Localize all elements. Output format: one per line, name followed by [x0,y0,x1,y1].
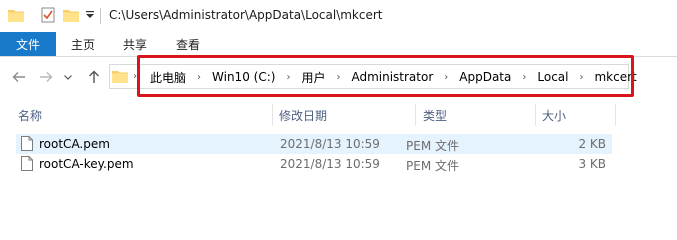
column-divider[interactable] [272,104,273,126]
file-name: rootCA.pem [39,137,110,151]
column-header-date[interactable]: 修改日期 [279,107,327,124]
file-type: PEM 文件 [406,139,459,153]
tab-file[interactable]: 文件 [0,32,56,56]
file-modified: 2021/8/13 10:59 [280,137,380,151]
file-type: PEM 文件 [406,159,459,173]
column-divider[interactable] [415,104,416,126]
quick-access-dropdown-icon[interactable] [86,11,94,19]
properties-icon[interactable] [41,7,55,23]
back-button[interactable] [10,68,28,86]
file-modified: 2021/8/13 10:59 [280,157,380,171]
forward-arrow-icon [40,72,53,82]
file-row[interactable]: rootCA.pem 2021/8/13 10:59 PEM 文件 2 KB [16,134,612,154]
new-folder-icon[interactable] [63,8,79,22]
file-row[interactable]: rootCA-key.pem 2021/8/13 10:59 PEM 文件 3 … [16,154,612,174]
up-arrow-icon [89,70,99,83]
folder-icon [8,10,24,22]
tab-home[interactable]: 主页 [71,32,95,56]
title-separator [100,8,101,24]
file-size: 3 KB [578,157,606,171]
file-icon [21,156,33,171]
chevron-down-icon [64,74,72,80]
folder-icon [112,71,128,83]
column-header-type[interactable]: 类型 [423,107,447,124]
column-divider[interactable] [615,104,616,126]
window-title: C:\Users\Administrator\AppData\Local\mkc… [109,8,383,22]
column-divider[interactable] [535,104,536,126]
file-icon [21,136,33,151]
recent-locations-button[interactable] [62,68,74,86]
tab-share[interactable]: 共享 [123,32,147,56]
column-header-size[interactable]: 大小 [542,107,566,124]
back-arrow-icon [12,72,25,82]
file-size: 2 KB [578,137,606,151]
up-button[interactable] [85,68,103,86]
forward-button[interactable] [37,68,55,86]
file-name: rootCA-key.pem [39,157,134,171]
column-header-name[interactable]: 名称 [18,107,42,124]
ribbon-tabs: 文件 主页 共享 查看 [0,32,677,56]
highlight-annotation [137,55,634,97]
tab-view[interactable]: 查看 [176,32,200,56]
title-bar: C:\Users\Administrator\AppData\Local\mkc… [0,0,677,32]
